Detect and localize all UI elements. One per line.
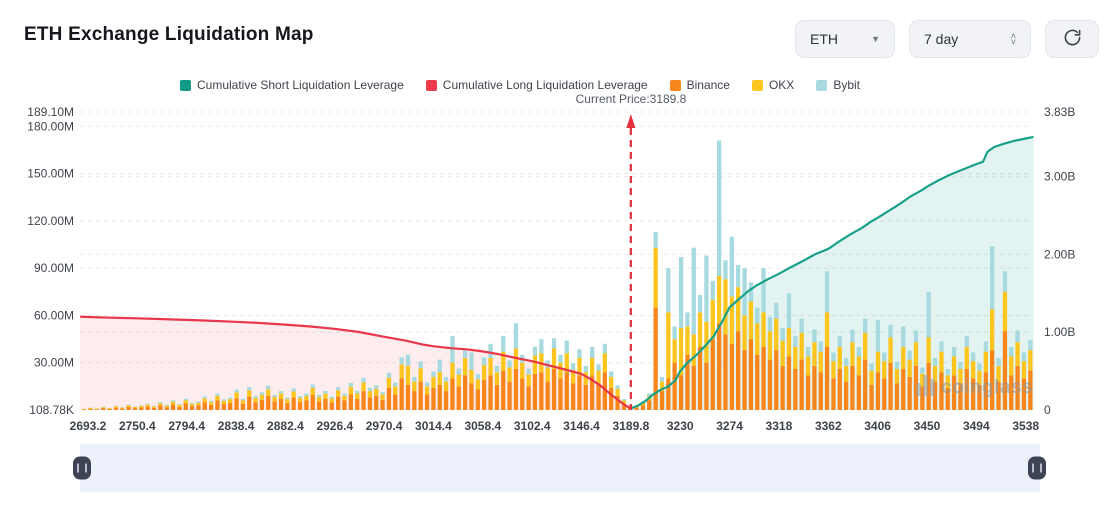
svg-text:3494: 3494 [963,419,990,433]
left-axis: 189.10M180.00M 150.00M 120.00M 90.00M 60.00M… [27,105,74,417]
liquidation-map-widget: ETH Exchange Liquidation Map ETH ▼ 7 day… [0,0,1105,511]
svg-text:0: 0 [1044,403,1051,417]
pause-icon [77,463,87,473]
svg-text:3102.4: 3102.4 [514,419,551,433]
svg-text:2838.4: 2838.4 [218,419,255,433]
svg-text:2970.4: 2970.4 [366,419,403,433]
x-axis: 2693.2 2750.4 2794.4 2838.4 2882.4 2926.4 2970… [70,419,1040,433]
svg-text:2750.4: 2750.4 [119,419,156,433]
right-axis: 3.83B 3.00B 2.00B 1.00B 0 [1044,105,1075,417]
svg-text:2693.2: 2693.2 [70,419,107,433]
svg-text:180.00M: 180.00M [27,119,74,133]
svg-text:3450: 3450 [914,419,941,433]
svg-text:2.00B: 2.00B [1044,247,1075,261]
slider-handle-left[interactable] [73,456,91,480]
current-price-arrowhead [626,114,636,128]
svg-text:3.83B: 3.83B [1044,105,1075,119]
svg-text:1.00B: 1.00B [1044,325,1075,339]
svg-text:2882.4: 2882.4 [267,419,304,433]
svg-text:2794.4: 2794.4 [168,419,205,433]
svg-text:3406: 3406 [864,419,891,433]
svg-text:3189.8: 3189.8 [613,419,650,433]
svg-text:3014.4: 3014.4 [415,419,452,433]
svg-text:120.00M: 120.00M [27,214,74,228]
svg-text:108.78K: 108.78K [29,403,74,417]
svg-text:2926.4: 2926.4 [316,419,353,433]
liquidation-chart[interactable]: 189.10M180.00M 150.00M 120.00M 90.00M 60.00M… [0,0,1105,442]
svg-text:3230: 3230 [667,419,694,433]
svg-text:189.10M: 189.10M [27,105,74,119]
range-slider-track[interactable] [73,444,1046,492]
svg-text:60.00M: 60.00M [34,308,74,322]
svg-text:3318: 3318 [766,419,793,433]
svg-text:3274: 3274 [716,419,743,433]
svg-text:3362: 3362 [815,419,842,433]
svg-text:3058.4: 3058.4 [464,419,501,433]
svg-text:3538: 3538 [1012,419,1039,433]
svg-text:3146.4: 3146.4 [563,419,600,433]
svg-text:90.00M: 90.00M [34,261,74,275]
pause-icon [1032,463,1042,473]
slider-handle-right[interactable] [1028,456,1046,480]
svg-text:3.00B: 3.00B [1044,170,1075,184]
svg-text:150.00M: 150.00M [27,167,74,181]
svg-text:30.00M: 30.00M [34,356,74,370]
